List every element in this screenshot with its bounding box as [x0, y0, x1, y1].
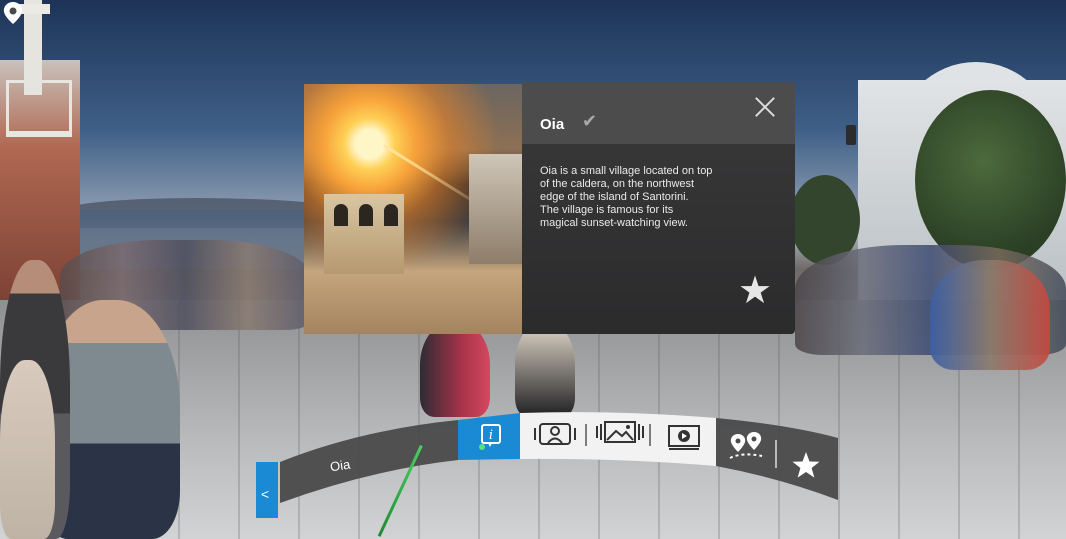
tab-favorites[interactable]: [784, 446, 828, 486]
bottom-nav-shapes: [280, 412, 838, 503]
nearby-places-icon: [729, 432, 763, 459]
tab-panorama-person[interactable]: [528, 416, 584, 452]
panorama-person-icon: [534, 423, 576, 445]
tab-photo-gallery[interactable]: [592, 414, 648, 450]
location-label: Oia: [329, 456, 352, 475]
back-button[interactable]: <: [256, 462, 278, 518]
tab-info[interactable]: i: [462, 418, 518, 458]
tab-nearby-places[interactable]: [722, 428, 772, 468]
star-icon: [792, 452, 820, 478]
photo-gallery-icon: [596, 421, 644, 443]
bottom-nav-bar: < Oia i: [0, 0, 1066, 539]
map-pin-icon: [3, 2, 23, 24]
chevron-left-icon: <: [261, 486, 270, 502]
tab-video[interactable]: [658, 418, 710, 456]
video-icon: [668, 425, 700, 450]
svg-text:i: i: [489, 428, 493, 443]
laser-cursor: [479, 444, 485, 450]
info-icon: i: [481, 424, 501, 447]
